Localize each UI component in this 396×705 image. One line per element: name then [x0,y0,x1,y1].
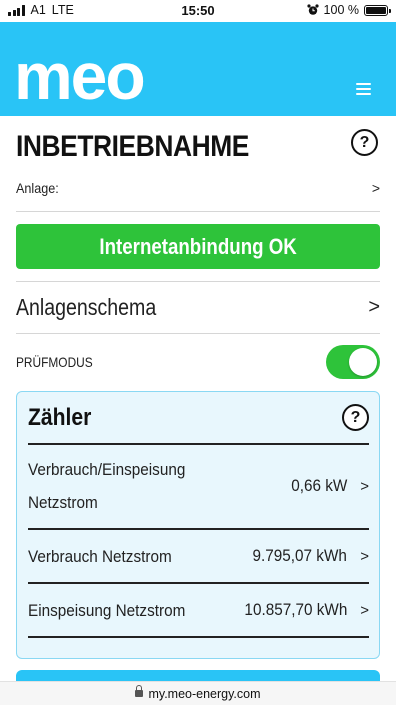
meter-label-line2: Netzstrom [28,493,98,512]
card-divider [28,636,369,638]
anlagenschema-row[interactable]: Anlagenschema > [16,290,380,324]
help-icon-glyph: ? [359,133,370,151]
zaehler-title: Zähler [28,404,92,431]
card-divider [28,443,369,445]
pruefmodus-toggle[interactable] [326,345,380,379]
internet-status-label: Internetanbindung OK [99,233,297,259]
chevron-right-icon: > [360,601,369,619]
meter-value: 9.795,07 kWh [252,546,347,565]
chevron-right-icon: > [371,180,380,196]
internet-status-button[interactable]: Internetanbindung OK [16,224,380,269]
meter-label: Verbrauch/Einspeisung Netzstrom [28,453,259,519]
meter-label-line1: Verbrauch/Einspeisung [28,460,186,479]
meter-label: Einspeisung Netzstrom [28,600,186,620]
help-icon[interactable]: ? [351,129,378,156]
anlage-label: Anlage: [16,180,59,196]
meo-logo: meo [14,50,146,102]
card-divider [28,528,369,530]
zaehler-card: Zähler ? Verbrauch/Einspeisung Netzstrom… [16,391,380,659]
page-title: INBETRIEBNAHME [16,130,249,163]
chevron-right-icon: > [360,547,369,565]
logo-text: meo [14,50,144,102]
status-bar-right: 100 % [306,3,391,17]
meter-row-einspeisung-netzstrom[interactable]: Einspeisung Netzstrom 10.857,70 kWh > [28,591,369,629]
app-header: meo [0,22,396,116]
alarm-icon [306,4,319,15]
meter-row-verbrauch-netzstrom[interactable]: Verbrauch Netzstrom 9.795,07 kWh > [28,537,369,575]
status-bar: A1 LTE 15:50 100 % [0,0,396,22]
chevron-right-icon: > [368,295,380,318]
meter-value: 10.857,70 kWh [244,600,347,619]
chevron-right-icon: > [360,477,369,495]
meter-row-verbrauch-einspeisung[interactable]: Verbrauch/Einspeisung Netzstrom 0,66 kW … [28,452,369,520]
hamburger-menu-icon[interactable] [356,83,371,95]
battery-fill [366,6,386,14]
anlagenschema-label: Anlagenschema [16,293,157,320]
anlage-row[interactable]: Anlage: > [16,176,380,200]
battery-percent: 100 % [323,3,359,17]
meter-label: Verbrauch Netzstrom [28,546,172,566]
divider [16,211,380,212]
lock-icon [135,685,144,698]
battery-icon [364,4,391,16]
url-text: my.meo-energy.com [148,686,261,701]
divider [16,281,380,282]
meter-value: 0,66 kW [290,476,347,495]
help-icon-glyph: ? [350,408,361,426]
browser-url-bar[interactable]: my.meo-energy.com [0,681,396,705]
card-divider [28,582,369,584]
help-icon[interactable]: ? [342,404,369,431]
pruefmodus-label: PRÜFMODUS [16,354,93,370]
toggle-knob [349,348,377,376]
divider [16,333,380,334]
pruefmodus-row: PRÜFMODUS [16,345,380,379]
